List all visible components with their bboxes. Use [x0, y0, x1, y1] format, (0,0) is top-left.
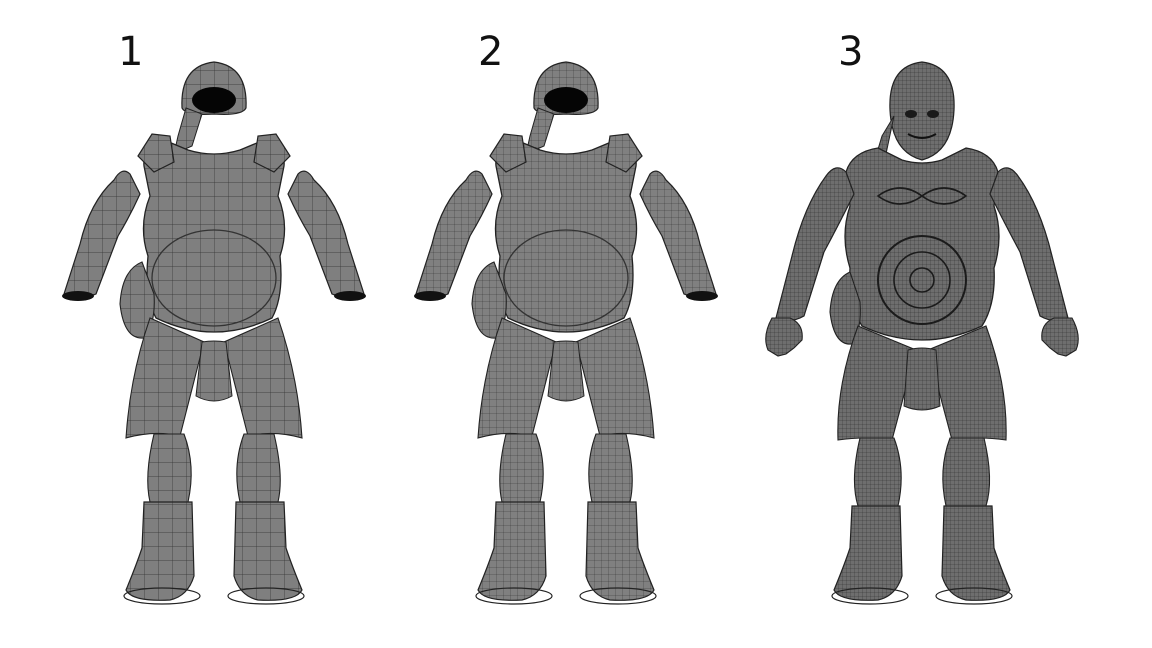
figure-2-armor-model: [413, 61, 719, 605]
figure-1-armor-model: [61, 61, 367, 605]
figure-3-character-model: [764, 61, 1080, 605]
wireframe-comparison: 1 2 3: [0, 0, 1152, 648]
figures-canvas: [61, 61, 1080, 605]
